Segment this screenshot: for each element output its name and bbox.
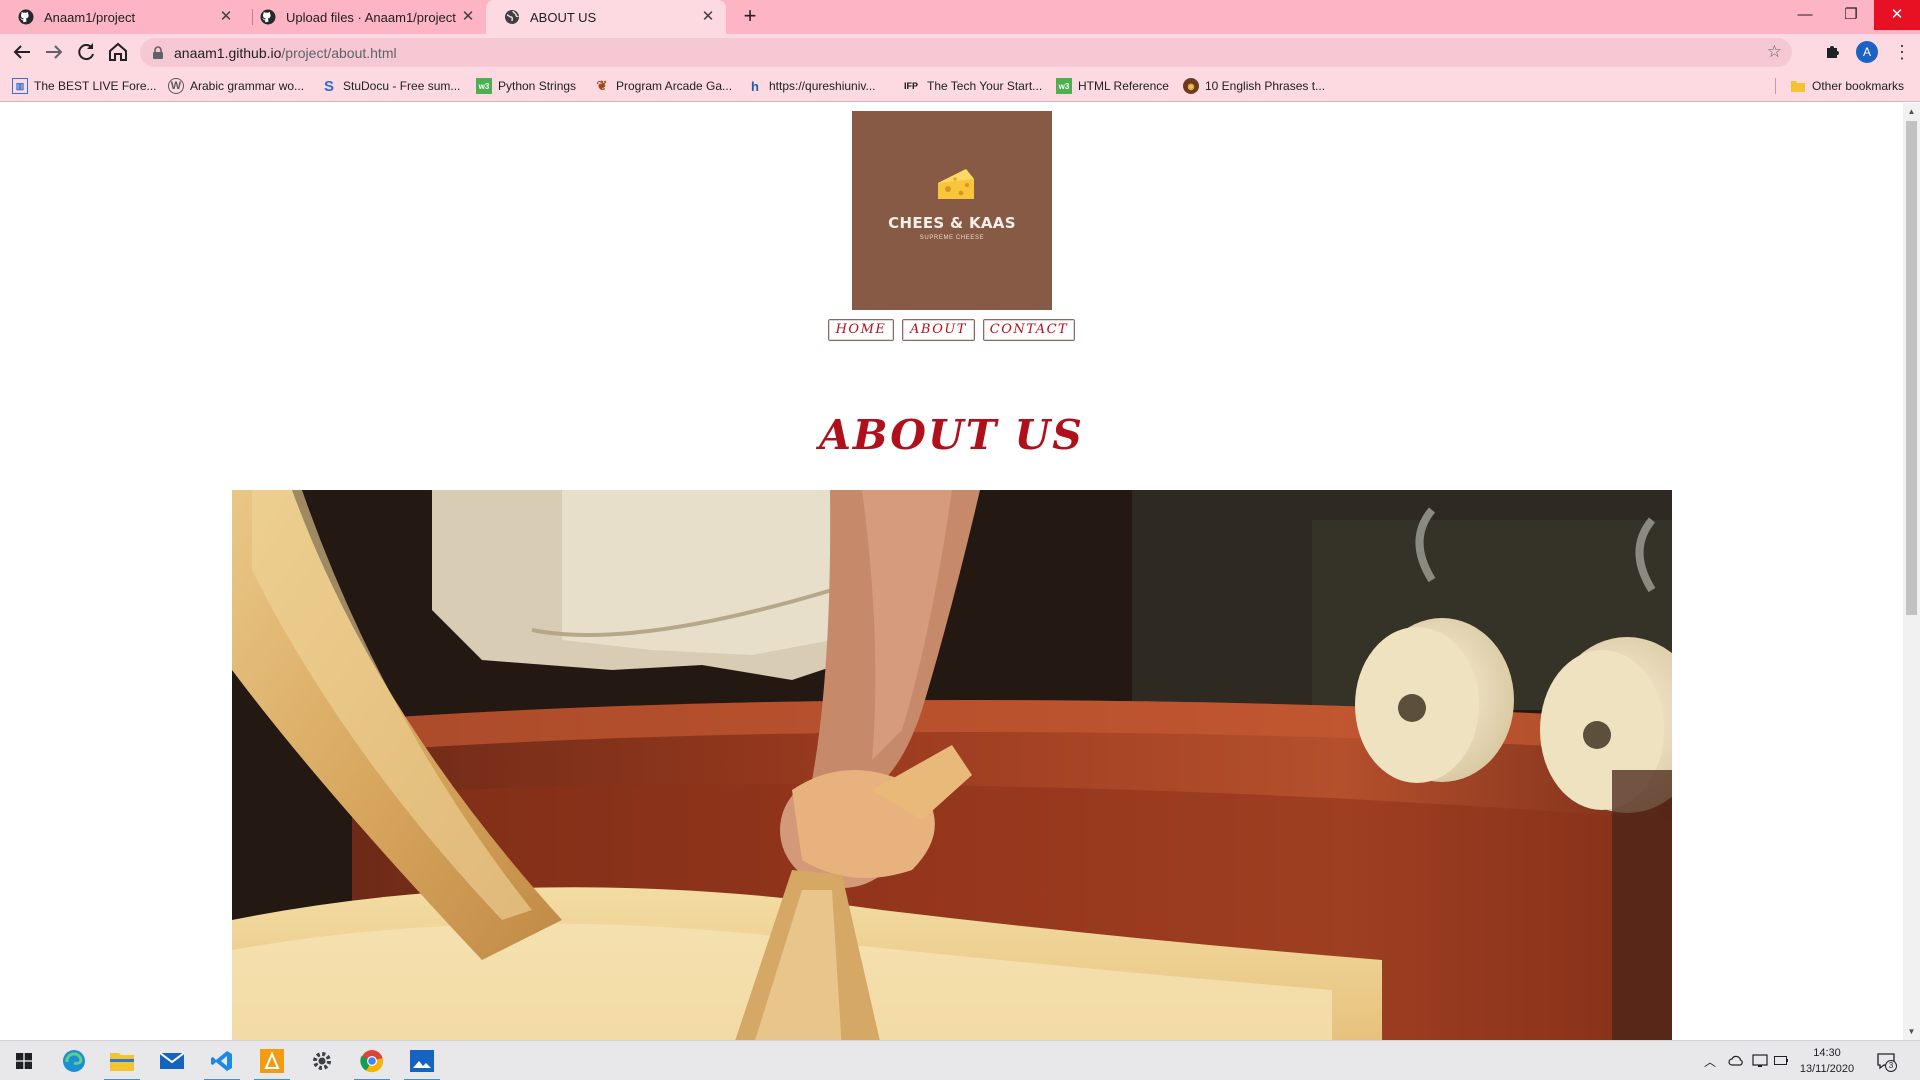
mail-icon[interactable]	[148, 1041, 196, 1080]
cheese-icon	[938, 169, 974, 199]
other-bookmarks-label: Other bookmarks	[1812, 79, 1905, 93]
bookmarks-divider	[1775, 78, 1776, 94]
bookmark-label: The BEST LIVE Fore...	[34, 79, 157, 93]
address-bar[interactable]: anaam1.github.io/project/about.html ☆	[140, 38, 1792, 67]
globe-icon	[505, 10, 519, 24]
page-title: ABOUT US	[819, 411, 1084, 459]
profile-avatar[interactable]: A	[1856, 41, 1878, 63]
edge-icon[interactable]	[50, 1041, 98, 1080]
tab-strip: Anaam1/project ✕ Upload files · Anaam1/p…	[0, 0, 1920, 34]
bookmark-item[interactable]: h https://qureshiuniv...	[747, 77, 876, 95]
github-icon	[18, 9, 34, 25]
menu-kebab-icon[interactable]: ⋮	[1893, 42, 1911, 62]
bookmark-item[interactable]: ❦ Program Arcade Ga...	[594, 77, 733, 95]
minimize-button[interactable]: —	[1782, 0, 1828, 30]
tab-title: Anaam1/project	[44, 9, 136, 25]
bookmark-label: Program Arcade Ga...	[616, 79, 733, 93]
bookmark-label: Arabic grammar wo...	[190, 79, 305, 93]
extensions-puzzle-icon[interactable]	[1824, 43, 1842, 61]
nav-home[interactable]: HOME	[828, 319, 894, 341]
windows-start-icon[interactable]	[0, 1041, 48, 1080]
clock-date: 13/11/2020	[1799, 1063, 1855, 1075]
photos-icon[interactable]	[398, 1041, 446, 1080]
url-path: /project/about.html	[281, 45, 397, 61]
bookmark-label: HTML Reference	[1078, 79, 1169, 93]
bookmarks-bar: ▥ The BEST LIVE Fore... W Arabic grammar w…	[0, 70, 1920, 102]
app-orange-icon[interactable]	[248, 1041, 296, 1080]
bookmark-item[interactable]: ◉ 10 English Phrases t...	[1183, 77, 1325, 95]
leaf-icon: ❦	[596, 78, 608, 93]
bookmark-item[interactable]: W Arabic grammar wo...	[168, 77, 304, 95]
clock-time: 14:30	[1813, 1047, 1841, 1059]
onedrive-cloud-icon[interactable]	[1728, 1055, 1744, 1066]
logo-brand-text: CHEES & KAAS	[888, 214, 1016, 232]
page-scrollbar[interactable]: ▲ ▼	[1903, 103, 1920, 1040]
settings-icon[interactable]	[298, 1041, 346, 1080]
scroll-up-arrow-icon[interactable]: ▲	[1903, 103, 1920, 120]
url-host: anaam1.github.io	[174, 45, 282, 61]
bookmark-item[interactable]: S StuDocu - Free sum...	[321, 77, 460, 95]
hm-icon: h	[751, 78, 759, 94]
windows-taskbar: ︿ 14:30 13/11/2020 3	[0, 1040, 1920, 1080]
close-tab-icon[interactable]: ✕	[460, 9, 476, 25]
wordpress-icon: W	[168, 78, 184, 94]
close-tab-icon[interactable]: ✕	[218, 9, 234, 25]
browser-toolbar: anaam1.github.io/project/about.html ☆	[0, 34, 1920, 70]
notification-count: 3	[1885, 1060, 1897, 1072]
hero-image	[232, 490, 1672, 1040]
vscode-icon[interactable]	[198, 1041, 246, 1080]
home-icon[interactable]	[106, 40, 130, 64]
new-tab-button[interactable]: +	[738, 5, 762, 29]
back-icon[interactable]	[10, 40, 34, 64]
close-window-button[interactable]: ✕	[1874, 0, 1920, 30]
folder-icon	[1790, 78, 1806, 94]
ifp-icon: IFP	[903, 81, 918, 91]
forward-icon[interactable]	[42, 40, 66, 64]
reload-icon[interactable]	[74, 40, 98, 64]
nav-about[interactable]: ABOUT	[902, 319, 975, 341]
lock-icon[interactable]	[152, 46, 164, 59]
tab-title: Upload files · Anaam1/project	[286, 9, 456, 25]
studocu-icon: S	[323, 77, 334, 95]
tab-upload-files[interactable]: Upload files · Anaam1/project ✕	[242, 0, 486, 34]
tab-title: ABOUT US	[530, 9, 597, 25]
notification-center-icon[interactable]: 3	[1876, 1051, 1897, 1072]
nav-contact[interactable]: CONTACT	[983, 319, 1075, 341]
close-tab-icon[interactable]: ✕	[700, 9, 716, 25]
page-viewport: CHEES & KAAS SUPREME CHEESE HOME ABOUT C…	[0, 103, 1903, 1040]
github-icon	[260, 9, 276, 25]
scroll-thumb[interactable]	[1906, 121, 1917, 615]
bookmark-label: The Tech Your Start...	[927, 79, 1043, 93]
logo-tagline: SUPREME CHEESE	[919, 235, 985, 241]
bookmark-label: Python Strings	[498, 79, 577, 93]
url-text: anaam1.github.io/project/about.html	[174, 45, 397, 61]
bookmark-label: 10 English Phrases t...	[1205, 79, 1326, 93]
bookmark-item[interactable]: w3 Python Strings	[476, 77, 576, 95]
file-explorer-icon[interactable]	[98, 1041, 146, 1080]
tab-about-us[interactable]: ABOUT US ✕	[486, 0, 726, 34]
w3schools-icon: w3	[476, 78, 492, 94]
scroll-down-arrow-icon[interactable]: ▼	[1903, 1023, 1920, 1040]
cheesemaker-photo	[232, 490, 1672, 1040]
bookmark-label: https://qureshiuniv...	[769, 79, 876, 93]
other-bookmarks[interactable]: Other bookmarks	[1790, 77, 1904, 95]
bookmark-item[interactable]: ▥ The BEST LIVE Fore...	[12, 77, 157, 95]
chrome-icon[interactable]	[348, 1041, 396, 1080]
chart-icon: ▥	[12, 78, 28, 94]
bookmark-item[interactable]: IFP The Tech Your Start...	[901, 77, 1042, 95]
bookmark-star-icon[interactable]: ☆	[1767, 42, 1782, 62]
bookmark-item[interactable]: w3 HTML Reference	[1056, 77, 1169, 95]
system-clock[interactable]: 14:30 13/11/2020	[1792, 1045, 1862, 1077]
bookmark-label: StuDocu - Free sum...	[343, 79, 461, 93]
tab-github-project[interactable]: Anaam1/project ✕	[0, 0, 244, 34]
owl-icon: ◉	[1183, 78, 1199, 94]
site-logo[interactable]: CHEES & KAAS SUPREME CHEESE	[852, 111, 1052, 310]
network-icon[interactable]	[1752, 1054, 1768, 1068]
battery-icon[interactable]	[1774, 1056, 1788, 1065]
tray-chevron-icon[interactable]: ︿	[1704, 1053, 1716, 1070]
restore-button[interactable]: ❐	[1828, 0, 1874, 30]
w3schools-icon: w3	[1056, 78, 1072, 94]
